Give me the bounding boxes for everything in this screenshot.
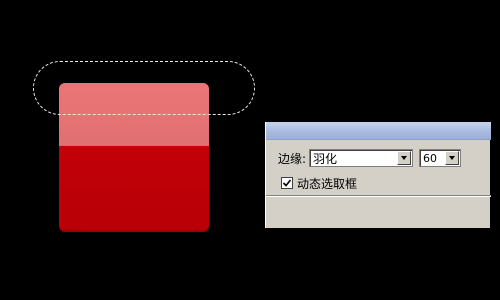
check-mark-icon [282,179,292,187]
feather-row: 边缘: 羽化 60 [278,148,462,168]
animated-marquee-row: 动态选取框 [281,175,357,191]
animated-marquee-label: 动态选取框 [297,176,358,191]
feather-value-dropdown-button[interactable] [445,151,460,165]
feather-value: 60 [423,151,438,165]
selection-options-panel: 边缘: 羽化 60 动态选取框 [265,122,491,228]
animated-marquee-checkbox[interactable] [281,177,293,189]
selection-marquee[interactable] [33,61,255,115]
triangle-down-icon [449,156,456,160]
panel-divider [266,195,491,197]
glass-highlight-fade [59,115,209,145]
feather-value-select[interactable]: 60 [419,149,462,167]
feather-label: 边缘: [278,151,307,166]
feather-mode-value: 羽化 [313,151,338,166]
feather-mode-select[interactable]: 羽化 [309,149,414,167]
feather-mode-dropdown-button[interactable] [397,151,412,165]
panel-titlebar[interactable] [266,122,491,140]
triangle-down-icon [401,156,408,160]
